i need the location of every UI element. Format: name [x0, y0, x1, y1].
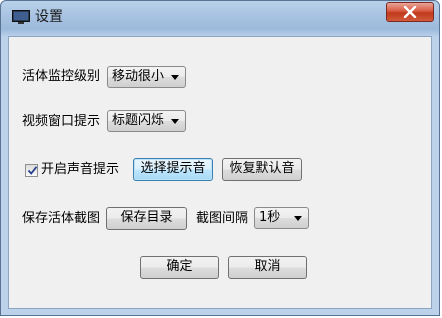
chevron-down-icon	[294, 216, 302, 221]
cancel-button[interactable]: 取消	[228, 256, 307, 279]
close-icon	[403, 6, 417, 18]
dialog-body: 活体监控级别 移动很小 视频窗口提示 标题闪烁 开启声音提示 选择提示音 恢复默…	[8, 36, 432, 309]
monitor-level-select[interactable]: 移动很小	[107, 66, 186, 88]
sound-checkbox-label[interactable]: 开启声音提示	[41, 162, 119, 178]
settings-window: 设置 活体监控级别 移动很小 视频窗口提示 标题闪烁 开启声音提示 选择提示音 …	[0, 0, 440, 316]
ok-button[interactable]: 确定	[140, 256, 219, 279]
capture-interval-select[interactable]: 1秒	[254, 207, 309, 229]
capture-interval-value: 1秒	[259, 210, 281, 225]
monitor-level-label: 活体监控级别	[22, 69, 101, 84]
monitor-icon	[12, 10, 30, 24]
title-bar[interactable]: 设置	[1, 1, 441, 35]
checkmark-icon	[27, 166, 38, 175]
monitor-level-value: 移动很小	[112, 69, 165, 84]
chevron-down-icon	[171, 119, 179, 124]
video-hint-label: 视频窗口提示	[22, 114, 101, 129]
capture-interval-label: 截图间隔	[196, 211, 249, 226]
close-button[interactable]	[386, 2, 434, 22]
save-directory-button[interactable]: 保存目录	[106, 207, 187, 230]
chevron-down-icon	[171, 75, 179, 80]
video-hint-value: 标题闪烁	[112, 113, 165, 128]
restore-default-sound-button[interactable]: 恢复默认音	[222, 158, 302, 181]
video-hint-select[interactable]: 标题闪烁	[107, 110, 186, 132]
sound-checkbox[interactable]	[25, 164, 38, 177]
window-title: 设置	[35, 9, 63, 25]
save-capture-label: 保存活体截图	[22, 211, 101, 226]
choose-sound-button[interactable]: 选择提示音	[133, 158, 213, 181]
